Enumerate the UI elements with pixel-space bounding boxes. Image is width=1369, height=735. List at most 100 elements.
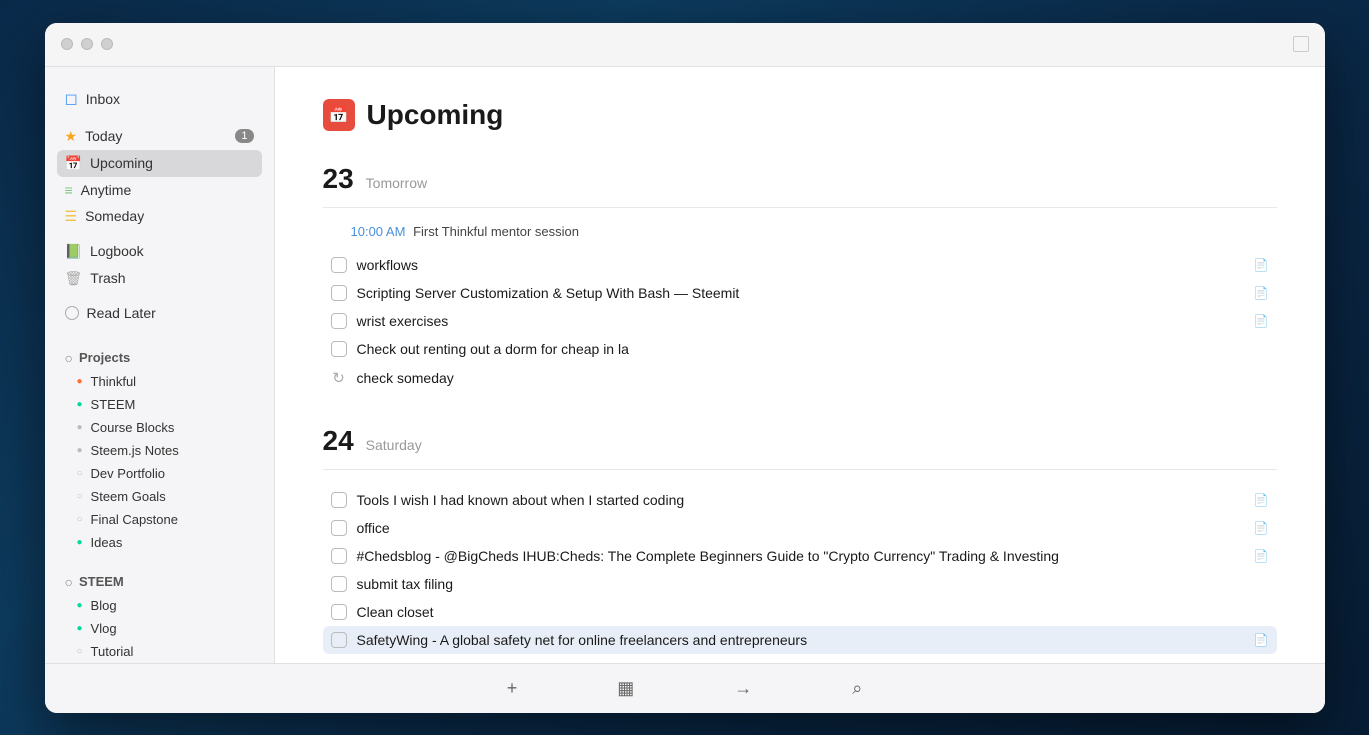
day-23-num: 23 — [323, 163, 354, 195]
task-item-tax[interactable]: submit tax filing — [323, 570, 1277, 598]
sidebar-item-ideas[interactable]: ● Ideas — [57, 531, 262, 554]
task-text-workflows: workflows — [357, 257, 1244, 273]
projects-collapse-icon: ○ — [65, 350, 73, 366]
task-item-scripting[interactable]: Scripting Server Customization & Setup W… — [323, 279, 1277, 307]
sidebar: ◻ Inbox ★ Today 1 📅 Upcoming ≡ Anytime — [45, 67, 275, 663]
sidebar-item-someday[interactable]: ☰ Someday — [57, 203, 262, 230]
sidebar-item-steem-js-notes[interactable]: ● Steem.js Notes — [57, 439, 262, 462]
search-icon: ⌕ — [852, 678, 862, 698]
tutorial-label: Tutorial — [91, 644, 134, 659]
section-23-header: 23 Tomorrow — [323, 163, 1277, 195]
task-item-office[interactable]: office 📄 — [323, 514, 1277, 542]
task-item-wrist[interactable]: wrist exercises 📄 — [323, 307, 1277, 335]
arrow-icon: → — [734, 678, 752, 698]
section-23: 23 Tomorrow 10:00 AM First Thinkful ment… — [323, 163, 1277, 393]
projects-section-label: Projects — [79, 350, 130, 365]
close-button[interactable] — [61, 38, 73, 50]
sidebar-item-logbook[interactable]: 📗 Logbook — [57, 238, 262, 265]
dev-portfolio-icon: ○ — [77, 468, 83, 479]
day-23-name: Tomorrow — [366, 175, 427, 191]
task-note-icon-tools: 📄 — [1254, 493, 1269, 507]
task-item-tools[interactable]: Tools I wish I had known about when I st… — [323, 486, 1277, 514]
logbook-icon: 📗 — [65, 243, 82, 260]
sidebar-top: ◻ Inbox ★ Today 1 📅 Upcoming ≡ Anytime — [45, 67, 274, 334]
sidebar-item-dev-portfolio[interactable]: ○ Dev Portfolio — [57, 462, 262, 485]
upcoming-calendar-icon: 📅 — [329, 105, 349, 125]
sidebar-inbox-label: Inbox — [86, 91, 120, 107]
task-note-icon-wrist: 📄 — [1254, 314, 1269, 328]
sidebar-item-final-capstone[interactable]: ○ Final Capstone — [57, 508, 262, 531]
task-item-someday[interactable]: ↻ check someday — [323, 363, 1277, 393]
blog-icon: ● — [77, 600, 83, 611]
steem-section-header[interactable]: ○ STEEM — [57, 570, 262, 594]
task-checkbox-tools[interactable] — [331, 492, 347, 508]
calendar-view-button[interactable]: ▦ — [607, 672, 644, 705]
sidebar-item-steem[interactable]: ● STEEM — [57, 393, 262, 416]
sidebar-item-trash[interactable]: 🗑 Trash — [57, 265, 262, 292]
steem-icon: ● — [77, 399, 83, 410]
task-checkbox-cheds[interactable] — [331, 548, 347, 564]
page-icon: 📅 — [323, 99, 355, 131]
today-badge: 1 — [235, 129, 253, 143]
sidebar-item-course-blocks[interactable]: ● Course Blocks — [57, 416, 262, 439]
task-item-dorm[interactable]: Check out renting out a dorm for cheap i… — [323, 335, 1277, 363]
expand-button[interactable] — [1293, 36, 1309, 52]
time-text: 10:00 AM — [351, 224, 406, 239]
task-checkbox-closet[interactable] — [331, 604, 347, 620]
day-24-name: Saturday — [366, 437, 422, 453]
sidebar-upcoming-label: Upcoming — [90, 155, 153, 171]
task-note-icon-scripting: 📄 — [1254, 286, 1269, 300]
task-item-closet[interactable]: Clean closet — [323, 598, 1277, 626]
sidebar-item-today[interactable]: ★ Today 1 — [57, 123, 262, 150]
task-checkbox-scripting[interactable] — [331, 285, 347, 301]
ideas-icon: ● — [77, 537, 83, 548]
task-checkbox-tax[interactable] — [331, 576, 347, 592]
sidebar-item-upcoming[interactable]: 📅 Upcoming — [57, 150, 262, 177]
sidebar-item-anytime[interactable]: ≡ Anytime — [57, 177, 262, 203]
sidebar-anytime-label: Anytime — [81, 182, 132, 198]
task-checkbox-dorm[interactable] — [331, 341, 347, 357]
task-note-icon-workflows: 📄 — [1254, 258, 1269, 272]
task-note-icon-office: 📄 — [1254, 521, 1269, 535]
sidebar-logbook-label: Logbook — [90, 243, 144, 259]
sidebar-item-inbox[interactable]: ◻ Inbox — [57, 83, 262, 115]
sidebar-item-steem-goals[interactable]: ○ Steem Goals — [57, 485, 262, 508]
bottom-toolbar: + ▦ → ⌕ — [45, 663, 1325, 713]
task-text-scripting: Scripting Server Customization & Setup W… — [357, 285, 1244, 301]
sidebar-projects-section: ○ Projects ● Thinkful ● STEEM ● Course B… — [45, 338, 274, 558]
task-item-safetywing[interactable]: SafetyWing - A global safety net for onl… — [323, 626, 1277, 654]
task-item-workflows[interactable]: workflows 📄 — [323, 251, 1277, 279]
sidebar-steem-section: ○ STEEM ● Blog ● Vlog ○ Tutorial ○ Ste — [45, 562, 274, 663]
page-header: 📅 Upcoming — [323, 99, 1277, 131]
traffic-lights — [61, 38, 113, 50]
search-button[interactable]: ⌕ — [842, 672, 872, 705]
task-text-cheds: #Chedsblog - @BigCheds IHUB:Cheds: The C… — [357, 548, 1244, 564]
vlog-icon: ● — [77, 623, 83, 634]
vlog-label: Vlog — [91, 621, 117, 636]
course-blocks-icon: ● — [77, 422, 83, 433]
minimize-button[interactable] — [81, 38, 93, 50]
sidebar-item-thinkful[interactable]: ● Thinkful — [57, 370, 262, 393]
sidebar-item-vlog[interactable]: ● Vlog — [57, 617, 262, 640]
sidebar-item-blog[interactable]: ● Blog — [57, 594, 262, 617]
add-task-button[interactable]: + — [497, 672, 528, 705]
task-checkbox-office[interactable] — [331, 520, 347, 536]
task-text-tax: submit tax filing — [357, 576, 1269, 592]
sidebar-someday-label: Someday — [85, 208, 144, 224]
task-checkbox-wrist[interactable] — [331, 313, 347, 329]
move-button[interactable]: → — [724, 672, 762, 705]
sidebar-item-read-later[interactable]: Read Later — [57, 300, 262, 326]
maximize-button[interactable] — [101, 38, 113, 50]
steem-goals-icon: ○ — [77, 491, 83, 502]
task-checkbox-safetywing[interactable] — [331, 632, 347, 648]
task-text-safetywing: SafetyWing - A global safety net for onl… — [357, 632, 1244, 648]
projects-section-header[interactable]: ○ Projects — [57, 346, 262, 370]
anytime-icon: ≡ — [65, 182, 73, 198]
main-content: 📅 Upcoming 23 Tomorrow 10:00 AM First Th… — [275, 67, 1325, 663]
task-item-cheds[interactable]: #Chedsblog - @BigCheds IHUB:Cheds: The C… — [323, 542, 1277, 570]
blog-label: Blog — [91, 598, 117, 613]
read-later-icon — [65, 306, 79, 320]
sidebar-item-tutorial[interactable]: ○ Tutorial — [57, 640, 262, 663]
steem-goals-label: Steem Goals — [91, 489, 166, 504]
task-checkbox-workflows[interactable] — [331, 257, 347, 273]
